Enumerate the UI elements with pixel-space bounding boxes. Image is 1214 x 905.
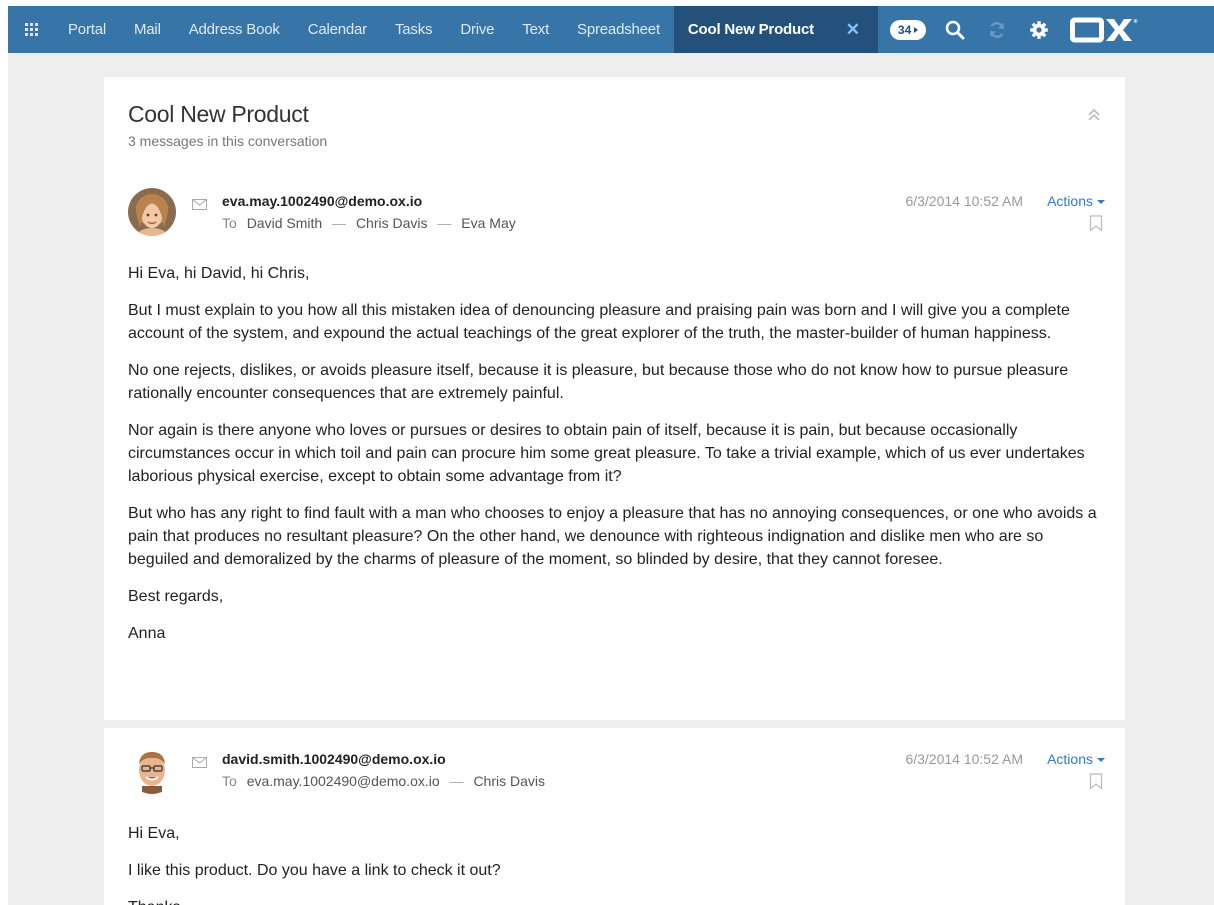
body-paragraph: Anna [128, 625, 166, 642]
nav-portal[interactable]: Portal [54, 6, 120, 53]
message-body: Hi Eva, hi David, hi Chris, But I must e… [128, 262, 1105, 659]
nav-active-tab[interactable]: Cool New Product [673, 6, 828, 53]
app-window: Portal Mail Address Book Calendar Tasks … [8, 6, 1214, 905]
recipients: To David Smith — Chris Davis — Eva May [222, 215, 516, 231]
body-paragraph: No one rejects, dislikes, or avoids plea… [128, 362, 1069, 402]
message-header[interactable]: david.smith.1002490@demo.ox.io To eva.ma… [128, 746, 1105, 806]
body-paragraph: But I must explain to you how all this m… [128, 302, 1070, 342]
bookmark-icon[interactable] [1089, 773, 1103, 790]
body-paragraph: But who has any right to find fault with… [128, 505, 1097, 568]
message-date: 6/3/2014 10:52 AM [905, 751, 1023, 767]
message-body: Hi Eva, I like this product. Do you have… [128, 822, 1105, 905]
nav-spreadsheet[interactable]: Spreadsheet [563, 6, 674, 53]
search-icon[interactable] [934, 6, 976, 53]
actions-label: Actions [1047, 751, 1093, 767]
notification-badge[interactable]: 34 [889, 19, 927, 40]
body-paragraph: Thanks [128, 896, 1105, 905]
recipient[interactable]: eva.may.1002490@demo.ox.io [247, 773, 440, 789]
actions-dropdown[interactable]: Actions [1047, 193, 1105, 209]
nav-text[interactable]: Text [508, 6, 563, 53]
avatar [128, 188, 176, 236]
body-paragraph: I like this product. Do you have a link … [128, 862, 501, 879]
sender-address[interactable]: eva.may.1002490@demo.ox.io [222, 193, 422, 209]
envelope-icon [192, 197, 207, 210]
recipient-separator: — [449, 773, 464, 789]
actions-dropdown[interactable]: Actions [1047, 751, 1105, 767]
close-tab-icon[interactable]: ✕ [827, 6, 878, 53]
recipient[interactable]: Chris Davis [473, 773, 545, 789]
nav-address-book[interactable]: Address Book [175, 6, 294, 53]
recipient-separator: — [437, 215, 452, 231]
svg-text:®: ® [1133, 19, 1138, 25]
recipient[interactable]: David Smith [247, 215, 322, 231]
body-paragraph: Nor again is there anyone who loves or p… [128, 422, 1085, 485]
recipient-separator: — [332, 215, 347, 231]
nav-drive[interactable]: Drive [446, 6, 508, 53]
nav-tasks[interactable]: Tasks [381, 6, 446, 53]
sender-address[interactable]: david.smith.1002490@demo.ox.io [222, 751, 446, 767]
chevron-right-icon [914, 26, 919, 33]
collapse-icon[interactable] [1087, 107, 1101, 123]
gear-icon[interactable] [1018, 6, 1060, 53]
app-launcher-icon[interactable] [8, 6, 54, 53]
caret-down-icon [1097, 758, 1105, 762]
message-header[interactable]: eva.may.1002490@demo.ox.io To David Smit… [128, 188, 1105, 248]
body-paragraph: Hi Eva, [128, 825, 180, 842]
app-nav: Portal Mail Address Book Calendar Tasks … [54, 6, 878, 53]
actions-label: Actions [1047, 193, 1093, 209]
notification-count: 34 [897, 22, 912, 37]
to-label: To [222, 773, 237, 789]
ox-logo: ® [1070, 17, 1138, 43]
body-paragraph: Hi Eva, hi David, hi Chris, [128, 265, 310, 282]
to-label: To [222, 215, 237, 231]
message-date: 6/3/2014 10:52 AM [905, 193, 1023, 209]
nav-mail[interactable]: Mail [120, 6, 175, 53]
caret-down-icon [1097, 200, 1105, 204]
avatar [128, 746, 176, 794]
refresh-icon[interactable] [976, 6, 1018, 53]
recipient[interactable]: Eva May [461, 215, 515, 231]
recipients: To eva.may.1002490@demo.ox.io — Chris Da… [222, 773, 545, 789]
nav-calendar[interactable]: Calendar [294, 6, 381, 53]
bookmark-icon[interactable] [1089, 215, 1103, 232]
conversation-title: Cool New Product [128, 101, 309, 127]
message-card: Cool New Product 3 messages in this conv… [104, 77, 1125, 720]
body-paragraph: Best regards, [128, 588, 224, 605]
recipient[interactable]: Chris Davis [356, 215, 428, 231]
top-bar: Portal Mail Address Book Calendar Tasks … [8, 6, 1214, 53]
envelope-icon [192, 755, 207, 768]
conversation-subtitle: 3 messages in this conversation [128, 133, 328, 149]
message-card: david.smith.1002490@demo.ox.io To eva.ma… [104, 728, 1125, 905]
